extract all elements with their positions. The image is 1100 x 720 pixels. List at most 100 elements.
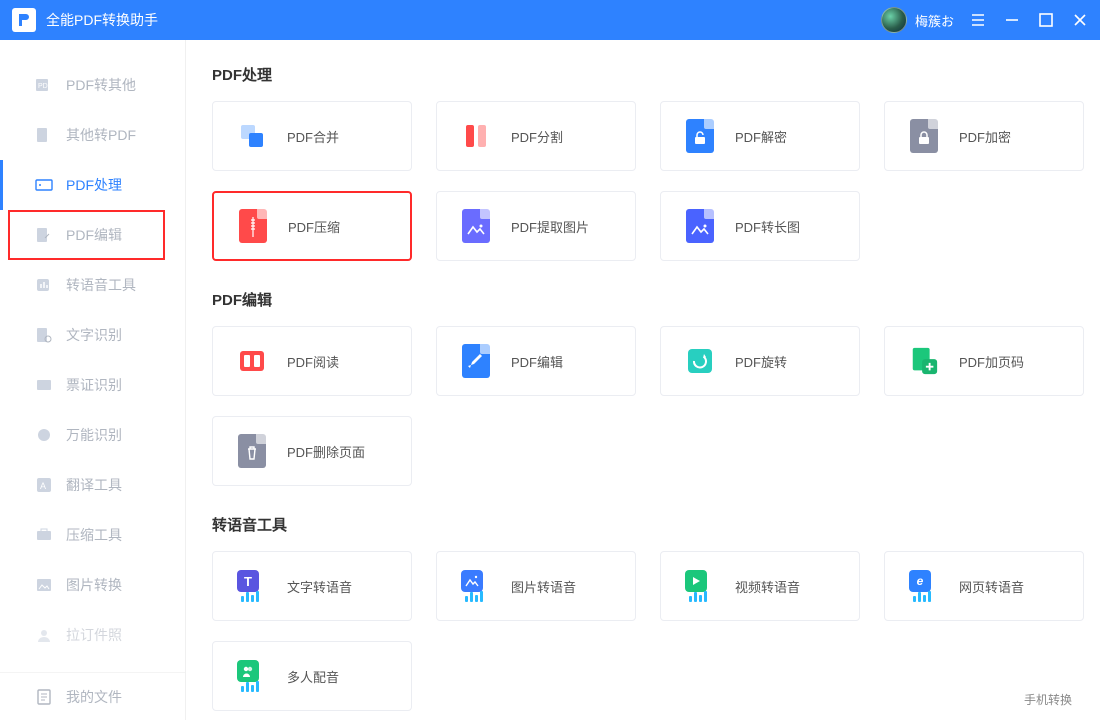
card-pdf-add-page-number[interactable]: PDF加页码 — [884, 326, 1084, 396]
card-label: PDF转长图 — [735, 217, 800, 236]
card-label: PDF分割 — [511, 127, 563, 146]
compress-icon — [34, 525, 54, 545]
text-ocr-icon — [34, 325, 54, 345]
phone-convert-link[interactable]: 手机转换 — [1024, 691, 1072, 708]
pdf-process-icon — [34, 175, 54, 195]
card-label: 视频转语音 — [735, 577, 800, 596]
merge-icon — [237, 121, 267, 151]
card-pdf-to-long-image[interactable]: PDF转长图 — [660, 191, 860, 261]
card-label: 文字转语音 — [287, 577, 352, 596]
card-image-to-speech[interactable]: 图片转语音 — [436, 551, 636, 621]
sidebar-item-label: 票证识别 — [66, 375, 122, 395]
sidebar-item-label: PDF处理 — [66, 175, 122, 195]
universal-ocr-icon — [34, 425, 54, 445]
my-files-icon — [34, 687, 54, 707]
card-pdf-read[interactable]: PDF阅读 — [212, 326, 412, 396]
main-content: PDF处理 PDF合并 PDF分割 PDF解密 — [186, 40, 1100, 720]
card-label: PDF合并 — [287, 127, 339, 146]
file-to-pdf-icon — [34, 125, 54, 145]
sidebar-item-label: 转语音工具 — [66, 275, 136, 295]
user-area[interactable]: 梅簇お — [881, 7, 954, 33]
card-label: 多人配音 — [287, 667, 339, 686]
card-text-to-speech[interactable]: T 文字转语音 — [212, 551, 412, 621]
read-icon — [237, 346, 267, 376]
lock-icon — [909, 121, 939, 151]
sidebar-item-ticket-ocr[interactable]: 票证识别 — [0, 360, 185, 410]
menu-button[interactable] — [970, 12, 986, 28]
video-tts-icon — [685, 571, 715, 601]
ticket-ocr-icon — [34, 375, 54, 395]
card-label: PDF加页码 — [959, 352, 1024, 371]
section-title-tts: 转语音工具 — [212, 514, 1074, 535]
sidebar-item-label: 万能识别 — [66, 425, 122, 445]
sidebar-item-pdf-edit[interactable]: PDF编辑 — [0, 210, 185, 260]
card-pdf-extract-images[interactable]: PDF提取图片 — [436, 191, 636, 261]
pdf-edit-icon — [34, 225, 54, 245]
card-label: PDF提取图片 — [511, 217, 589, 236]
section-title-pdf-process: PDF处理 — [212, 64, 1074, 85]
sidebar-item-label: 压缩工具 — [66, 525, 122, 545]
split-icon — [461, 121, 491, 151]
compress-file-icon — [238, 211, 268, 241]
card-pdf-split[interactable]: PDF分割 — [436, 101, 636, 171]
sidebar-bottom-label: 我的文件 — [66, 687, 122, 707]
sidebar-item-pdf-to-other[interactable]: PDF PDF转其他 — [0, 60, 185, 110]
sidebar: PDF PDF转其他 其他转PDF PDF处理 PDF编辑 转语音工具 文 — [0, 40, 186, 720]
image-tts-icon — [461, 571, 491, 601]
sidebar-my-files[interactable]: 我的文件 — [0, 672, 185, 720]
sidebar-item-ocr-text[interactable]: 文字识别 — [0, 310, 185, 360]
sidebar-item-translate-tools[interactable]: A 翻译工具 — [0, 460, 185, 510]
sidebar-item-label: 拉订件照 — [66, 625, 122, 645]
card-video-to-speech[interactable]: 视频转语音 — [660, 551, 860, 621]
card-pdf-compress[interactable]: PDF压缩 — [212, 191, 412, 261]
page-number-icon — [909, 346, 939, 376]
svg-text:A: A — [40, 481, 46, 491]
card-label: 网页转语音 — [959, 577, 1024, 596]
sidebar-item-other-to-pdf[interactable]: 其他转PDF — [0, 110, 185, 160]
titlebar: 全能PDF转换助手 梅簇お — [0, 0, 1100, 40]
card-label: PDF阅读 — [287, 352, 339, 371]
sidebar-item-label: 图片转换 — [66, 575, 122, 595]
card-pdf-delete-pages[interactable]: PDF删除页面 — [212, 416, 412, 486]
multi-voice-icon — [237, 661, 267, 691]
long-image-icon — [685, 211, 715, 241]
translate-icon: A — [34, 475, 54, 495]
svg-text:PDF: PDF — [38, 83, 52, 90]
edit-icon — [461, 346, 491, 376]
sidebar-item-id-photo[interactable]: 拉订件照 — [0, 610, 185, 660]
card-pdf-rotate[interactable]: PDF旋转 — [660, 326, 860, 396]
pdf-convert-icon: PDF — [34, 75, 54, 95]
sidebar-item-label: 翻译工具 — [66, 475, 122, 495]
web-tts-icon: e — [909, 571, 939, 601]
rotate-icon — [685, 346, 715, 376]
user-name: 梅簇お — [915, 11, 954, 30]
maximize-button[interactable] — [1038, 12, 1054, 28]
sidebar-item-pdf-process[interactable]: PDF处理 — [0, 160, 185, 210]
sidebar-item-tts-tools[interactable]: 转语音工具 — [0, 260, 185, 310]
image-convert-icon — [34, 575, 54, 595]
close-button[interactable] — [1072, 12, 1088, 28]
card-label: PDF旋转 — [735, 352, 787, 371]
sidebar-item-image-convert[interactable]: 图片转换 — [0, 560, 185, 610]
delete-page-icon — [237, 436, 267, 466]
card-label: PDF加密 — [959, 127, 1011, 146]
card-pdf-merge[interactable]: PDF合并 — [212, 101, 412, 171]
card-web-to-speech[interactable]: e 网页转语音 — [884, 551, 1084, 621]
card-pdf-decrypt[interactable]: PDF解密 — [660, 101, 860, 171]
sidebar-item-label: 文字识别 — [66, 325, 122, 345]
text-tts-icon: T — [237, 571, 267, 601]
card-pdf-edit[interactable]: PDF编辑 — [436, 326, 636, 396]
id-photo-icon — [34, 625, 54, 645]
sidebar-item-universal-ocr[interactable]: 万能识别 — [0, 410, 185, 460]
card-multi-voice[interactable]: 多人配音 — [212, 641, 412, 711]
card-label: PDF解密 — [735, 127, 787, 146]
minimize-button[interactable] — [1004, 12, 1020, 28]
sidebar-item-label: 其他转PDF — [66, 125, 136, 145]
card-pdf-encrypt[interactable]: PDF加密 — [884, 101, 1084, 171]
audio-tool-icon — [34, 275, 54, 295]
avatar — [881, 7, 907, 33]
sidebar-item-compress-tools[interactable]: 压缩工具 — [0, 510, 185, 560]
sidebar-item-label: PDF转其他 — [66, 75, 136, 95]
app-title: 全能PDF转换助手 — [46, 10, 158, 30]
card-label: PDF压缩 — [288, 217, 340, 236]
